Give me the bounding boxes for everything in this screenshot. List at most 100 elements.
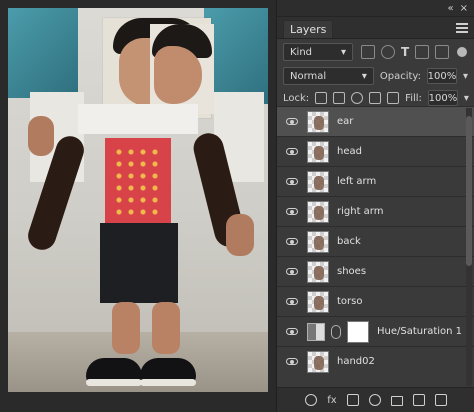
- layer-thumbnail: [307, 230, 329, 253]
- lock-artboard-icon[interactable]: [369, 92, 382, 104]
- blend-opacity-row: Normal ▾ Opacity: 100% ▾: [277, 65, 474, 87]
- panel-topbar: « ×: [277, 0, 474, 17]
- layer-row[interactable]: torso: [277, 286, 474, 316]
- layer-name: hand02: [337, 356, 375, 367]
- composite-photo: [8, 8, 268, 392]
- layers-scrollbar[interactable]: [466, 108, 472, 386]
- layer-row[interactable]: back: [277, 226, 474, 256]
- pants: [100, 223, 178, 303]
- layers-bottom-toolbar: fx: [277, 387, 474, 412]
- layers-list: ear head left arm right arm back shoes t…: [277, 106, 474, 388]
- layer-name: shoes: [337, 266, 367, 277]
- add-mask-icon[interactable]: [346, 394, 359, 406]
- legs: [102, 302, 190, 354]
- tab-layers[interactable]: Layers: [283, 19, 334, 38]
- kind-filter-select[interactable]: Kind ▾: [283, 43, 353, 61]
- fx-icon[interactable]: fx: [327, 395, 336, 406]
- filter-toggle-icon[interactable]: [457, 47, 468, 57]
- filter-icons: T: [361, 45, 450, 59]
- lock-label: Lock:: [283, 92, 310, 104]
- eye-icon[interactable]: [283, 358, 301, 365]
- lock-position-icon[interactable]: [351, 92, 364, 104]
- layer-thumbnail: [307, 200, 329, 223]
- layer-name: ear: [337, 116, 354, 127]
- lock-transparent-pixels-icon[interactable]: [315, 92, 328, 104]
- ear-layer-image: [150, 24, 214, 114]
- left-shoe-sole: [86, 379, 142, 386]
- left-arm-layer-image: [22, 116, 106, 258]
- lock-all-icon[interactable]: [387, 92, 400, 104]
- collapse-icon[interactable]: «: [447, 3, 453, 14]
- layer-thumbnail: [307, 290, 329, 313]
- link-icon: [331, 324, 341, 339]
- chevron-down-icon[interactable]: ▾: [464, 93, 469, 104]
- layer-name: torso: [337, 296, 363, 307]
- teal-wall-left: [8, 8, 78, 98]
- hamburger-menu-icon[interactable]: [456, 22, 468, 33]
- hue-saturation-adjustment-icon: [307, 322, 325, 341]
- image-filter-icon[interactable]: [361, 45, 375, 59]
- left-shoe: [86, 358, 142, 386]
- layer-thumbnail: [307, 140, 329, 163]
- shape-filter-icon[interactable]: [415, 45, 430, 59]
- right-shoe-sole: [140, 379, 196, 386]
- floral-pattern: [113, 146, 163, 216]
- new-layer-icon[interactable]: [412, 394, 425, 406]
- document-canvas[interactable]: [0, 0, 276, 412]
- chevron-down-icon: ▾: [340, 46, 346, 58]
- layer-row[interactable]: head: [277, 136, 474, 166]
- new-group-icon[interactable]: [390, 396, 403, 406]
- eye-icon[interactable]: [283, 148, 301, 155]
- close-panel-icon[interactable]: ×: [460, 3, 468, 14]
- eye-icon[interactable]: [283, 268, 301, 275]
- layer-row[interactable]: left arm: [277, 166, 474, 196]
- link-layers-icon[interactable]: [305, 394, 318, 406]
- right-leg: [152, 302, 180, 354]
- eye-icon[interactable]: [283, 118, 301, 125]
- chevron-down-icon[interactable]: ▾: [463, 71, 468, 82]
- left-leg: [112, 302, 140, 354]
- opacity-field[interactable]: 100%: [426, 68, 457, 84]
- layer-name: Hue/Saturation 1: [377, 326, 463, 337]
- eye-icon[interactable]: [283, 178, 301, 185]
- eye-icon[interactable]: [283, 238, 301, 245]
- eye-icon[interactable]: [283, 298, 301, 305]
- layer-row[interactable]: Hue/Saturation 1: [277, 316, 474, 346]
- layer-thumbnail: [307, 260, 329, 283]
- eye-icon[interactable]: [283, 328, 301, 335]
- circle-filter-icon[interactable]: [381, 45, 395, 59]
- blend-mode-value: Normal: [290, 70, 327, 82]
- layer-thumbnail: [307, 110, 329, 133]
- layer-row[interactable]: ear: [277, 106, 474, 136]
- layer-row[interactable]: right arm: [277, 196, 474, 226]
- lock-image-pixels-icon[interactable]: [333, 92, 346, 104]
- chevron-down-icon: ▾: [361, 70, 367, 82]
- right-hand: [226, 214, 254, 256]
- filter-row: Kind ▾ T: [277, 39, 474, 65]
- layer-name: head: [337, 146, 362, 157]
- fill-field[interactable]: 100%: [427, 90, 458, 106]
- right-arm-layer-image: [168, 126, 260, 258]
- right-shoe: [140, 358, 196, 386]
- layer-mask-thumbnail: [347, 320, 369, 343]
- layer-thumbnail: [307, 350, 329, 373]
- eye-icon[interactable]: [283, 208, 301, 215]
- scrollbar-thumb[interactable]: [466, 116, 472, 266]
- smart-object-filter-icon[interactable]: [435, 45, 450, 59]
- fill-label: Fill:: [405, 92, 422, 104]
- new-fill-adjustment-icon[interactable]: [368, 394, 381, 406]
- trash-icon[interactable]: [434, 394, 447, 406]
- ear-face: [154, 46, 202, 104]
- layer-row[interactable]: hand02: [277, 346, 474, 376]
- panel-tabs: Layers: [277, 17, 474, 39]
- lock-icons: [315, 92, 400, 104]
- torso-layer-image: [105, 138, 171, 224]
- kind-filter-label: Kind: [290, 46, 313, 58]
- layer-row[interactable]: shoes: [277, 256, 474, 286]
- layer-name: back: [337, 236, 361, 247]
- blend-mode-select[interactable]: Normal ▾: [283, 67, 374, 85]
- layer-name: right arm: [337, 206, 384, 217]
- layers-panel: « × Layers Kind ▾ T Normal ▾ Opacity: 10…: [276, 0, 474, 412]
- type-filter-icon[interactable]: T: [401, 45, 409, 59]
- left-hand: [28, 116, 54, 156]
